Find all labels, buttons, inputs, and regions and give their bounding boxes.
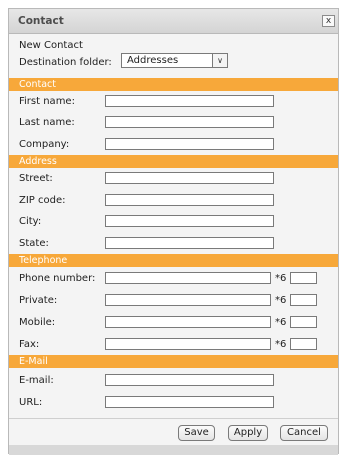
- fax-input[interactable]: [105, 338, 271, 350]
- mobile-label: Mobile:: [19, 317, 56, 328]
- title-bar[interactable]: Contact x: [9, 9, 338, 34]
- contact-dialog: Contact x New Contact Destination folder…: [8, 8, 339, 455]
- save-button[interactable]: Save: [178, 425, 215, 441]
- zip-code-label: ZIP code:: [19, 195, 66, 206]
- state-label: State:: [19, 238, 49, 249]
- destination-folder-value: Addresses: [127, 55, 179, 66]
- phone-prefix: *6: [275, 273, 287, 284]
- email-label: E-mail:: [19, 375, 54, 386]
- fax-extension-input[interactable]: [290, 338, 317, 350]
- state-input[interactable]: [105, 237, 274, 249]
- section-address-header: Address: [9, 155, 338, 168]
- private-input[interactable]: [105, 294, 271, 306]
- close-icon[interactable]: x: [322, 15, 335, 27]
- city-label: City:: [19, 216, 42, 227]
- apply-button[interactable]: Apply: [228, 425, 268, 441]
- last-name-input[interactable]: [105, 116, 274, 128]
- section-email-header: E-Mail: [9, 355, 338, 368]
- zip-code-input[interactable]: [105, 194, 274, 206]
- url-label: URL:: [19, 397, 43, 408]
- city-input[interactable]: [105, 215, 274, 227]
- phone-extension-input[interactable]: [290, 272, 317, 284]
- private-label: Private:: [19, 295, 58, 306]
- chevron-down-icon[interactable]: ∨: [212, 54, 227, 67]
- company-label: Company:: [19, 139, 70, 150]
- footer-divider: [9, 418, 338, 419]
- fax-label: Fax:: [19, 339, 40, 350]
- street-label: Street:: [19, 173, 53, 184]
- last-name-label: Last name:: [19, 117, 75, 128]
- section-contact-header: Contact: [9, 78, 338, 91]
- mobile-extension-input[interactable]: [290, 316, 317, 328]
- mobile-prefix: *6: [275, 317, 287, 328]
- private-extension-input[interactable]: [290, 294, 317, 306]
- company-input[interactable]: [105, 138, 274, 150]
- first-name-input[interactable]: [105, 95, 274, 107]
- dialog-title: Contact: [18, 15, 64, 27]
- private-prefix: *6: [275, 295, 287, 306]
- mobile-input[interactable]: [105, 316, 271, 328]
- dialog-subtitle: New Contact: [19, 40, 83, 51]
- email-input[interactable]: [105, 374, 274, 386]
- url-input[interactable]: [105, 396, 274, 408]
- cancel-button[interactable]: Cancel: [280, 425, 328, 441]
- phone-number-label: Phone number:: [19, 273, 96, 284]
- destination-folder-select[interactable]: Addresses ∨: [121, 53, 228, 68]
- phone-number-input[interactable]: [105, 272, 271, 284]
- street-input[interactable]: [105, 172, 274, 184]
- destination-folder-label: Destination folder:: [19, 57, 112, 68]
- first-name-label: First name:: [19, 96, 75, 107]
- fax-prefix: *6: [275, 339, 287, 350]
- section-telephone-header: Telephone: [9, 254, 338, 267]
